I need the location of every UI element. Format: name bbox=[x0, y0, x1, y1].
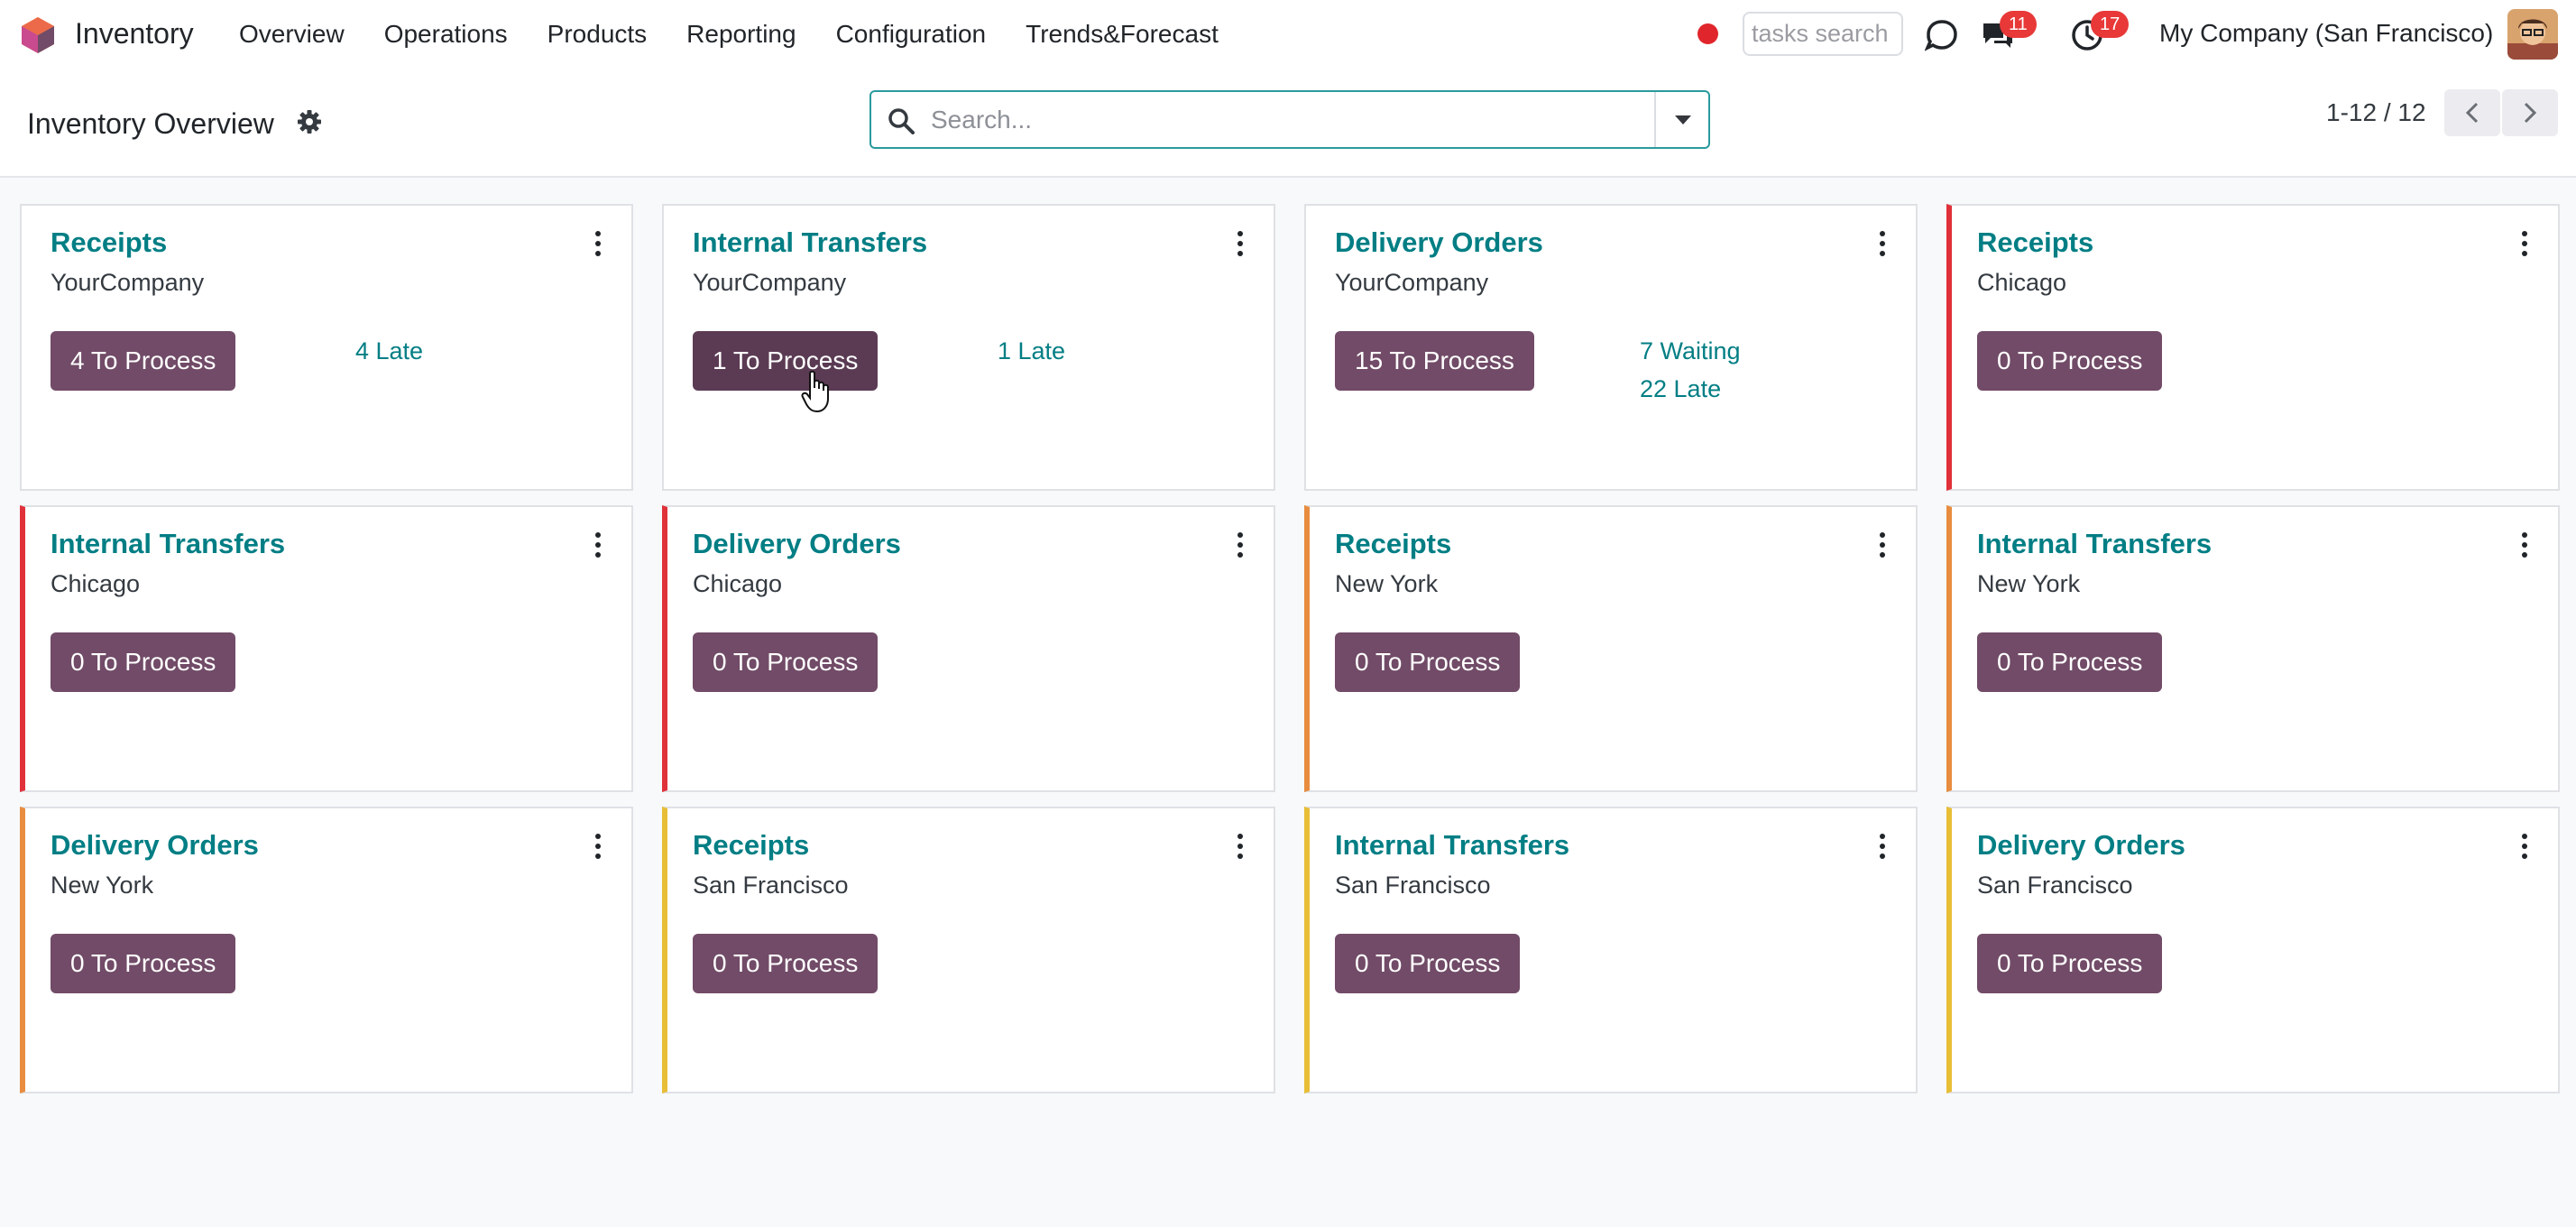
kanban-card-delivery-orders-yourcompany[interactable]: Delivery Orders YourCompany 15 To Proces… bbox=[1304, 204, 1918, 491]
menu-reporting[interactable]: Reporting bbox=[686, 20, 796, 49]
card-warehouse: New York bbox=[51, 872, 154, 899]
to-process-button[interactable]: 15 To Process bbox=[1335, 331, 1534, 391]
user-avatar-icon[interactable] bbox=[2507, 9, 2558, 60]
kanban-card-delivery-orders-new-york[interactable]: Delivery Orders New York 0 To Process bbox=[20, 807, 633, 1093]
card-title[interactable]: Internal Transfers bbox=[51, 528, 285, 560]
card-menu-kebab-icon[interactable] bbox=[1876, 231, 1889, 258]
card-warehouse: YourCompany bbox=[693, 269, 847, 296]
pager-value[interactable]: 1-12 / 12 bbox=[2326, 98, 2426, 127]
kanban-card-internal-transfers-new-york[interactable]: Internal Transfers New York 0 To Process bbox=[1946, 505, 2560, 792]
late-link[interactable]: 4 Late bbox=[355, 337, 423, 365]
card-menu-kebab-icon[interactable] bbox=[592, 532, 604, 559]
kanban-card-receipts-chicago[interactable]: Receipts Chicago 0 To Process bbox=[1946, 204, 2560, 491]
card-warehouse: San Francisco bbox=[693, 872, 849, 899]
to-process-button[interactable]: 0 To Process bbox=[1335, 934, 1521, 993]
to-process-button[interactable]: 0 To Process bbox=[51, 934, 236, 993]
kanban-card-internal-transfers-san-francisco[interactable]: Internal Transfers San Francisco 0 To Pr… bbox=[1304, 807, 1918, 1093]
card-title[interactable]: Delivery Orders bbox=[1977, 829, 2185, 862]
to-process-button[interactable]: 1 To Process bbox=[693, 331, 879, 391]
kanban-card-receipts-yourcompany[interactable]: Receipts YourCompany 4 To Process 4 Late bbox=[20, 204, 633, 491]
card-title[interactable]: Receipts bbox=[1977, 226, 2093, 259]
card-menu-kebab-icon[interactable] bbox=[2518, 834, 2531, 861]
to-process-button[interactable]: 0 To Process bbox=[1977, 934, 2163, 993]
company-switcher[interactable]: My Company (San Francisco) bbox=[2159, 19, 2493, 48]
waiting-link[interactable]: 7 Waiting bbox=[1640, 337, 1741, 365]
app-logo-icon[interactable] bbox=[20, 16, 56, 54]
kanban-card-delivery-orders-san-francisco[interactable]: Delivery Orders San Francisco 0 To Proce… bbox=[1946, 807, 2560, 1093]
messages-count-badge: 11 bbox=[2000, 11, 2037, 38]
card-title[interactable]: Delivery Orders bbox=[51, 829, 259, 862]
app-name[interactable]: Inventory bbox=[75, 17, 194, 51]
to-process-button[interactable]: 0 To Process bbox=[1977, 331, 2163, 391]
card-warehouse: New York bbox=[1977, 570, 2081, 597]
top-navbar: Inventory Overview Operations Products R… bbox=[0, 0, 2576, 72]
to-process-button[interactable]: 0 To Process bbox=[1335, 632, 1521, 692]
late-link[interactable]: 22 Late bbox=[1640, 375, 1721, 403]
search-options-toggle-button[interactable] bbox=[1654, 92, 1708, 147]
search-icon bbox=[888, 108, 915, 134]
search-input[interactable] bbox=[931, 101, 1616, 139]
kanban-card-receipts-san-francisco[interactable]: Receipts San Francisco 0 To Process bbox=[662, 807, 1275, 1093]
card-menu-kebab-icon[interactable] bbox=[1234, 532, 1247, 559]
card-title[interactable]: Internal Transfers bbox=[693, 226, 927, 259]
menu-trends-forecast[interactable]: Trends&Forecast bbox=[1026, 20, 1219, 49]
tasks-search-input[interactable] bbox=[1743, 12, 1903, 56]
recording-indicator-icon[interactable] bbox=[1697, 23, 1718, 44]
menu-overview[interactable]: Overview bbox=[239, 20, 345, 49]
chevron-right-icon bbox=[2524, 102, 2537, 124]
card-warehouse: Chicago bbox=[693, 570, 783, 597]
kanban-card-internal-transfers-yourcompany[interactable]: Internal Transfers YourCompany 1 To Proc… bbox=[662, 204, 1275, 491]
control-panel: Inventory Overview 1-12 / 12 bbox=[0, 72, 2576, 178]
menu-operations[interactable]: Operations bbox=[384, 20, 508, 49]
gear-icon[interactable] bbox=[296, 108, 323, 135]
card-title[interactable]: Receipts bbox=[1335, 528, 1451, 560]
card-menu-kebab-icon[interactable] bbox=[2518, 532, 2531, 559]
card-warehouse: Chicago bbox=[51, 570, 141, 597]
card-menu-kebab-icon[interactable] bbox=[2518, 231, 2531, 258]
card-title[interactable]: Receipts bbox=[51, 226, 167, 259]
pager-next-button[interactable] bbox=[2502, 89, 2558, 136]
card-warehouse: YourCompany bbox=[51, 269, 205, 296]
card-warehouse: San Francisco bbox=[1977, 872, 2133, 899]
card-warehouse: YourCompany bbox=[1335, 269, 1489, 296]
to-process-button[interactable]: 0 To Process bbox=[1977, 632, 2163, 692]
to-process-button[interactable]: 4 To Process bbox=[51, 331, 236, 391]
card-warehouse: Chicago bbox=[1977, 269, 2067, 296]
card-title[interactable]: Delivery Orders bbox=[1335, 226, 1543, 259]
activities-count-badge: 17 bbox=[2091, 11, 2130, 38]
voip-phone-icon[interactable] bbox=[1925, 18, 1959, 52]
card-menu-kebab-icon[interactable] bbox=[592, 834, 604, 861]
card-title[interactable]: Internal Transfers bbox=[1977, 528, 2212, 560]
card-menu-kebab-icon[interactable] bbox=[1876, 532, 1889, 559]
to-process-button[interactable]: 0 To Process bbox=[693, 934, 879, 993]
kanban-card-receipts-new-york[interactable]: Receipts New York 0 To Process bbox=[1304, 505, 1918, 792]
late-link[interactable]: 1 Late bbox=[998, 337, 1065, 365]
card-title[interactable]: Receipts bbox=[693, 829, 809, 862]
card-menu-kebab-icon[interactable] bbox=[1234, 231, 1247, 258]
kanban-card-delivery-orders-chicago[interactable]: Delivery Orders Chicago 0 To Process bbox=[662, 505, 1275, 792]
pager-previous-button[interactable] bbox=[2444, 89, 2500, 136]
search-bar bbox=[869, 90, 1710, 149]
card-menu-kebab-icon[interactable] bbox=[1876, 834, 1889, 861]
card-menu-kebab-icon[interactable] bbox=[592, 231, 604, 258]
card-menu-kebab-icon[interactable] bbox=[1234, 834, 1247, 861]
to-process-button[interactable]: 0 To Process bbox=[51, 632, 236, 692]
card-title[interactable]: Internal Transfers bbox=[1335, 829, 1569, 862]
kanban-card-internal-transfers-chicago[interactable]: Internal Transfers Chicago 0 To Process bbox=[20, 505, 633, 792]
card-warehouse: San Francisco bbox=[1335, 872, 1491, 899]
card-title[interactable]: Delivery Orders bbox=[693, 528, 901, 560]
to-process-button[interactable]: 0 To Process bbox=[693, 632, 879, 692]
card-warehouse: New York bbox=[1335, 570, 1439, 597]
menu-configuration[interactable]: Configuration bbox=[836, 20, 987, 49]
menu-products[interactable]: Products bbox=[547, 20, 648, 49]
chevron-left-icon bbox=[2465, 102, 2479, 124]
page-title: Inventory Overview bbox=[27, 107, 274, 140]
main-menu: Overview Operations Products Reporting C… bbox=[239, 20, 1258, 49]
